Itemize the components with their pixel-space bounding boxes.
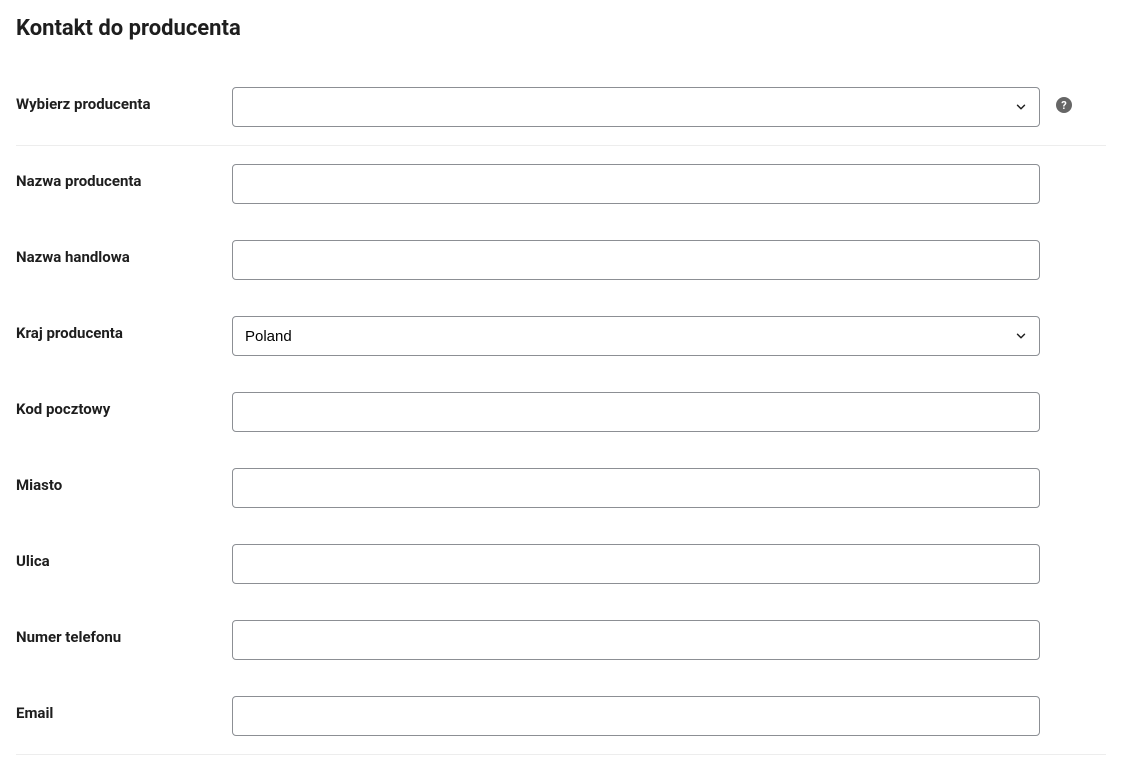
trade-name-input[interactable] <box>232 240 1040 280</box>
producer-country-label: Kraj producenta <box>16 316 232 342</box>
help-icon[interactable]: ? <box>1056 97 1072 113</box>
email-input[interactable] <box>232 696 1040 736</box>
postal-code-label: Kod pocztowy <box>16 392 232 418</box>
select-producer-label: Wybierz producenta <box>16 87 232 113</box>
form-row-trade-name: Nazwa handlowa <box>16 222 1106 298</box>
producer-name-input[interactable] <box>232 164 1040 204</box>
form-row-select-producer: Wybierz producenta ? <box>16 69 1106 146</box>
city-label: Miasto <box>16 468 232 494</box>
form-row-email: Email <box>16 678 1106 755</box>
trade-name-label: Nazwa handlowa <box>16 240 232 266</box>
street-label: Ulica <box>16 544 232 570</box>
producer-country-dropdown[interactable]: Poland <box>232 316 1040 356</box>
form-row-postal-code: Kod pocztowy <box>16 374 1106 450</box>
section-title: Kontakt do producenta <box>16 16 1106 41</box>
form-row-phone: Numer telefonu <box>16 602 1106 678</box>
form-row-street: Ulica <box>16 526 1106 602</box>
form-row-city: Miasto <box>16 450 1106 526</box>
phone-label: Numer telefonu <box>16 620 232 646</box>
form-row-producer-name: Nazwa producenta <box>16 146 1106 222</box>
email-label: Email <box>16 696 232 722</box>
city-input[interactable] <box>232 468 1040 508</box>
street-input[interactable] <box>232 544 1040 584</box>
select-producer-dropdown[interactable] <box>232 87 1040 127</box>
postal-code-input[interactable] <box>232 392 1040 432</box>
form-row-producer-country: Kraj producenta Poland <box>16 298 1106 374</box>
phone-input[interactable] <box>232 620 1040 660</box>
producer-name-label: Nazwa producenta <box>16 164 232 190</box>
